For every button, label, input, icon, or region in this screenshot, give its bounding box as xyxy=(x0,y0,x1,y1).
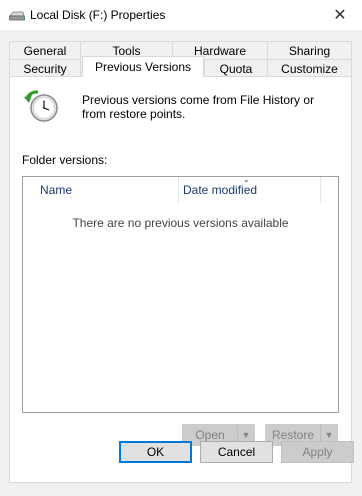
previous-versions-panel: Previous versions come from File History… xyxy=(9,76,352,483)
apply-button-label: Apply xyxy=(302,445,333,459)
dialog-body: General Tools Hardware Sharing Security … xyxy=(0,30,362,496)
folder-versions-label: Folder versions: xyxy=(22,153,108,167)
tab-label: Previous Versions xyxy=(94,60,192,74)
ok-button-label: OK xyxy=(146,445,165,459)
drive-icon xyxy=(9,11,25,21)
ok-button[interactable]: OK xyxy=(119,441,192,463)
tab-general[interactable]: General xyxy=(9,41,81,59)
tab-label: General xyxy=(23,43,67,58)
tab-previous-versions[interactable]: Previous Versions xyxy=(82,56,204,77)
folder-versions-list[interactable]: Name Date modified ⌄ There are no previo… xyxy=(22,175,339,413)
empty-list-message: There are no previous versions available xyxy=(72,216,289,230)
close-button[interactable]: ✕ xyxy=(318,0,362,30)
tab-sharing[interactable]: Sharing xyxy=(267,41,352,59)
info-text: Previous versions come from File History… xyxy=(82,93,315,121)
close-icon: ✕ xyxy=(333,7,347,24)
tab-quota[interactable]: Quota xyxy=(204,59,268,77)
sort-indicator-icon: ⌄ xyxy=(243,175,250,184)
column-header-name[interactable]: Name xyxy=(23,177,198,203)
tab-label: Security xyxy=(23,61,67,76)
column-divider[interactable] xyxy=(320,177,321,203)
column-header-label: Name xyxy=(40,183,73,197)
apply-button[interactable]: Apply xyxy=(281,441,354,463)
title-bar: Local Disk (F:) Properties ✕ xyxy=(0,0,362,30)
clock-restore-icon xyxy=(24,90,58,122)
tab-customize[interactable]: Customize xyxy=(267,59,352,77)
tab-label: Customize xyxy=(281,61,338,76)
cancel-button[interactable]: Cancel xyxy=(200,441,273,463)
column-header-date-modified[interactable]: Date modified xyxy=(179,177,324,203)
tab-label: Quota xyxy=(219,61,253,76)
tab-label: Sharing xyxy=(288,43,331,58)
tab-security[interactable]: Security xyxy=(9,59,81,77)
window-title: Local Disk (F:) Properties xyxy=(30,8,166,22)
cancel-button-label: Cancel xyxy=(217,445,256,459)
column-header-label: Date modified xyxy=(183,183,258,197)
